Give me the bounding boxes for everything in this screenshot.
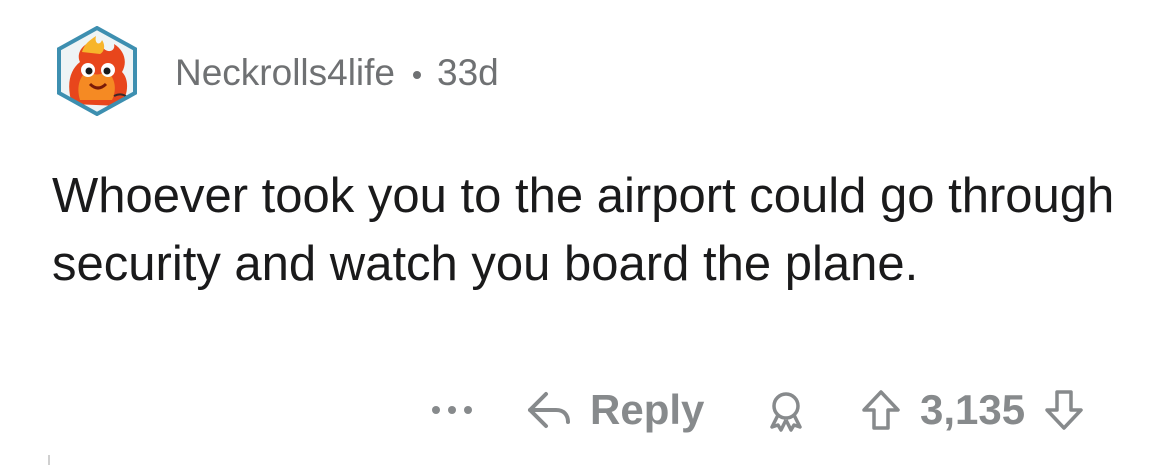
vote-group: 3,135: [860, 382, 1085, 438]
fire-mascot-avatar-icon: [57, 26, 137, 116]
reply-arrow-icon: [528, 392, 570, 428]
comment-meta: Neckrolls4life 33d: [175, 50, 499, 96]
more-options-button[interactable]: [432, 382, 472, 438]
ellipsis-dot: [448, 406, 456, 414]
thread-line[interactable]: [48, 455, 50, 465]
reply-button[interactable]: Reply: [526, 382, 704, 438]
ellipsis-dot: [464, 406, 472, 414]
comment-actions: Reply 3,135: [0, 382, 1170, 438]
comment: Neckrolls4life 33d Whoever took you to t…: [0, 0, 1170, 465]
vote-score: 3,135: [920, 386, 1026, 433]
separator-dot: [413, 71, 422, 79]
downvote-arrow-icon[interactable]: [1043, 388, 1085, 432]
ellipsis-icon: [432, 406, 440, 414]
reply-label: Reply: [590, 386, 705, 433]
avatar[interactable]: [52, 26, 142, 116]
comment-age: 33d: [437, 52, 499, 93]
award-icon[interactable]: [766, 390, 806, 432]
username[interactable]: Neckrolls4life: [175, 52, 395, 94]
upvote-arrow-icon[interactable]: [860, 388, 902, 432]
comment-body: Whoever took you to the airport could go…: [52, 169, 1115, 291]
